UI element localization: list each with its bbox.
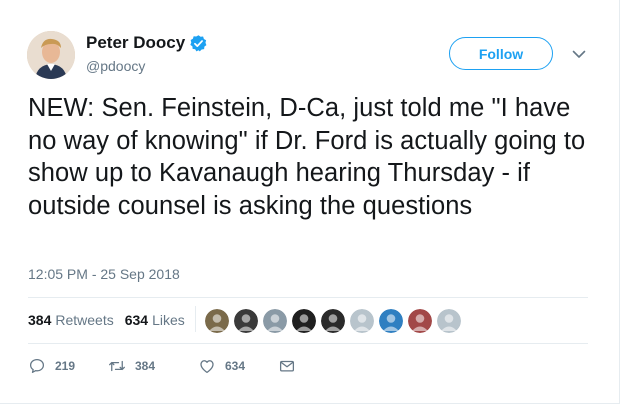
divider-top: [28, 297, 588, 298]
reply-count: 219: [55, 359, 76, 373]
like-button[interactable]: 634: [198, 357, 278, 375]
liker-avatar[interactable]: [321, 309, 345, 333]
liker-avatar[interactable]: [408, 309, 432, 333]
likes-label[interactable]: Likes: [152, 312, 185, 328]
retweets-count[interactable]: 384: [28, 312, 51, 328]
name-row: Peter Doocy: [86, 33, 208, 53]
like-action-count: 634: [225, 359, 246, 373]
likes-count[interactable]: 634: [125, 312, 148, 328]
direct-message-button[interactable]: [278, 357, 305, 375]
tweet-card: Peter Doocy @pdoocy Follow NEW: Sen. Fei…: [0, 0, 620, 404]
verified-badge-icon: [190, 34, 207, 51]
stats-divider: [195, 306, 196, 332]
liker-avatars: [205, 309, 466, 333]
user-handle[interactable]: @pdoocy: [86, 58, 145, 74]
liker-avatar[interactable]: [379, 309, 403, 333]
retweet-action-count: 384: [135, 359, 156, 373]
envelope-icon: [279, 360, 295, 372]
heart-icon: [200, 360, 214, 374]
reply-button[interactable]: 219: [28, 357, 108, 375]
display-name[interactable]: Peter Doocy: [86, 33, 185, 53]
liker-avatar[interactable]: [350, 309, 374, 333]
follow-button[interactable]: Follow: [449, 37, 553, 70]
liker-avatar[interactable]: [205, 309, 229, 333]
liker-avatar[interactable]: [292, 309, 316, 333]
reply-icon: [29, 358, 45, 374]
liker-avatar[interactable]: [437, 309, 461, 333]
tweet-stats: 384 Retweets 634 Likes: [28, 312, 185, 328]
retweets-label[interactable]: Retweets: [55, 312, 113, 328]
chevron-down-icon[interactable]: [571, 46, 587, 62]
retweet-icon: [109, 360, 125, 372]
liker-avatar[interactable]: [263, 309, 287, 333]
divider-bottom: [28, 343, 588, 344]
retweet-button[interactable]: 384: [108, 357, 198, 375]
avatar-image: [27, 31, 75, 79]
avatar[interactable]: [27, 31, 75, 79]
tweet-actions: 219 384 634: [28, 357, 305, 375]
tweet-timestamp[interactable]: 12:05 PM - 25 Sep 2018: [28, 266, 180, 282]
tweet-text: NEW: Sen. Feinstein, D-Ca, just told me …: [28, 94, 586, 220]
liker-avatar[interactable]: [234, 309, 258, 333]
